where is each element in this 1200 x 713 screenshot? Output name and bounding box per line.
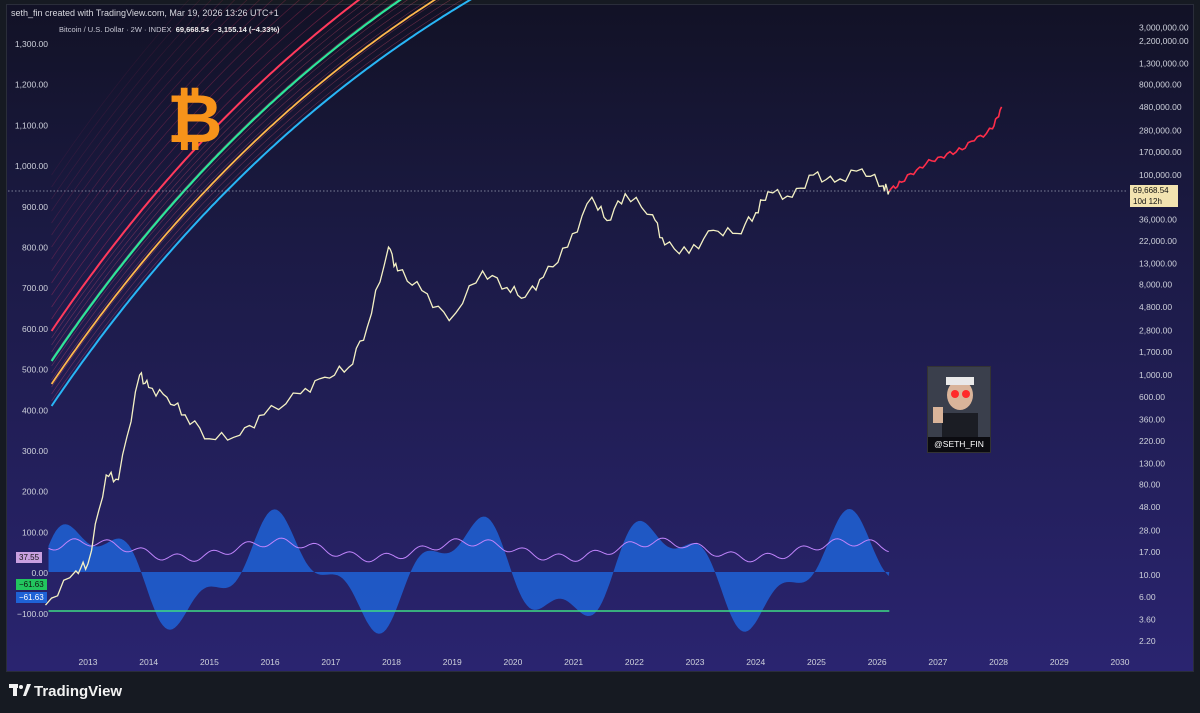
oscillator-panel bbox=[48, 509, 890, 634]
left-axis-tick: 500.00 bbox=[22, 365, 48, 375]
right-axis-tick: 100,000.00 bbox=[1139, 170, 1182, 180]
left-axis-tick: 700.00 bbox=[22, 283, 48, 293]
x-axis-tick: 2017 bbox=[321, 657, 340, 667]
band-line bbox=[51, 0, 408, 367]
brand-name: TradingView bbox=[34, 683, 123, 700]
left-axis-tick: 0.00 bbox=[31, 568, 48, 578]
x-axis-tick: 2016 bbox=[261, 657, 280, 667]
bitcoin-logo-icon: ₿ bbox=[167, 81, 222, 157]
left-axis-tick: −100.00 bbox=[17, 609, 48, 619]
avatar-image-icon bbox=[928, 367, 990, 437]
price-chart-svg[interactable]: 3,000,000.00 2,200,000.00 1,300,000.00 800,… bbox=[0, 0, 1200, 713]
left-axis-tick: 100.00 bbox=[22, 527, 48, 537]
band-line bbox=[51, 0, 388, 353]
x-axis-tick: 2019 bbox=[443, 657, 462, 667]
band-line bbox=[51, 0, 440, 388]
left-axis-tick: 1,100.00 bbox=[15, 120, 48, 130]
left-axis-tick: 900.00 bbox=[22, 202, 48, 212]
band-orange bbox=[50, 0, 437, 385]
right-axis-tick: 6.00 bbox=[1139, 592, 1156, 602]
right-axis-tick: 280,000.00 bbox=[1139, 125, 1182, 135]
footer-bar: TradingView bbox=[0, 672, 1200, 713]
x-axis-tick: 2022 bbox=[625, 657, 644, 667]
right-axis-tick: 600.00 bbox=[1139, 392, 1165, 402]
right-axis-tick: 28.00 bbox=[1139, 525, 1161, 535]
band-line bbox=[51, 0, 378, 346]
x-axis-tick: 2029 bbox=[1050, 657, 1069, 667]
right-axis-tick: 8,000.00 bbox=[1139, 280, 1172, 290]
right-axis-tick: 1,300,000.00 bbox=[1139, 59, 1189, 69]
oscillator-line-tag: −61.63 bbox=[16, 592, 47, 603]
left-axis-tick: 1,000.00 bbox=[15, 161, 48, 171]
right-axis-tick: 220.00 bbox=[1139, 436, 1165, 446]
right-axis-tick: 3,000,000.00 bbox=[1139, 22, 1189, 32]
right-axis-tick: 170,000.00 bbox=[1139, 147, 1182, 157]
x-axis-tick: 2027 bbox=[928, 657, 947, 667]
left-axis-tick: 800.00 bbox=[22, 243, 48, 253]
left-axis-tick: 1,300.00 bbox=[15, 39, 48, 49]
left-axis-tick: 1,200.00 bbox=[15, 80, 48, 90]
projection-line bbox=[888, 106, 1003, 192]
band-line bbox=[51, 0, 398, 360]
x-axis-tick: 2020 bbox=[503, 657, 522, 667]
x-axis-tick: 2026 bbox=[868, 657, 887, 667]
band-line bbox=[51, 0, 429, 381]
right-axis-tick: 1,000.00 bbox=[1139, 370, 1172, 380]
avatar: @SETH_FIN bbox=[927, 366, 991, 453]
right-axis-tick: 360.00 bbox=[1139, 414, 1165, 424]
oscillator-signal-tag: −61.63 bbox=[16, 579, 47, 590]
x-axis-tick: 2028 bbox=[989, 657, 1008, 667]
right-axis-tick: 2,800.00 bbox=[1139, 325, 1172, 335]
x-axis-tick: 2030 bbox=[1111, 657, 1130, 667]
x-axis-tick: 2025 bbox=[807, 657, 826, 667]
right-axis-tick: 2.20 bbox=[1139, 636, 1156, 646]
right-axis-tick: 2,200,000.00 bbox=[1139, 36, 1189, 46]
oscillator-fill bbox=[48, 509, 890, 634]
x-axis-tick: 2014 bbox=[139, 657, 158, 667]
right-axis-tick: 17.00 bbox=[1139, 547, 1161, 557]
right-axis-tick: 80.00 bbox=[1139, 480, 1161, 490]
right-axis-tick: 13,000.00 bbox=[1139, 259, 1177, 269]
fan-line bbox=[51, 0, 360, 332]
left-axis-tick: 200.00 bbox=[22, 487, 48, 497]
right-axis-tick: 3.60 bbox=[1139, 614, 1156, 624]
x-axis-tick: 2015 bbox=[200, 657, 219, 667]
right-axis-tick: 1,700.00 bbox=[1139, 347, 1172, 357]
price-tag-value: 69,668.54 bbox=[1133, 186, 1169, 195]
x-axis-tick: 2021 bbox=[564, 657, 583, 667]
band-mid bbox=[50, 0, 402, 362]
right-axis-tick: 4,800.00 bbox=[1139, 302, 1172, 312]
right-axis-tick: 36,000.00 bbox=[1139, 214, 1177, 224]
right-axis-tick: 22,000.00 bbox=[1139, 236, 1177, 246]
tradingview-logo-icon bbox=[9, 684, 31, 696]
right-axis-tick: 480,000.00 bbox=[1139, 102, 1182, 112]
price-tag-countdown: 10d 12h bbox=[1133, 197, 1162, 206]
left-axis-tick: 400.00 bbox=[22, 405, 48, 415]
band-line bbox=[51, 0, 419, 374]
left-axis-tick: 600.00 bbox=[22, 324, 48, 334]
x-axis-tick: 2018 bbox=[382, 657, 401, 667]
last-price-tag: 69,668.54 10d 12h bbox=[1130, 185, 1178, 207]
rainbow-bands bbox=[50, 0, 472, 407]
oscillator-value-tag: 37.55 bbox=[16, 552, 43, 563]
right-axis-tick: 800,000.00 bbox=[1139, 80, 1182, 90]
x-axis-tick: 2024 bbox=[746, 657, 765, 667]
right-axis-tick: 10.00 bbox=[1139, 570, 1161, 580]
left-axis-tick: 300.00 bbox=[22, 446, 48, 456]
x-axis-tick: 2023 bbox=[686, 657, 705, 667]
band-upper bbox=[50, 0, 361, 332]
x-axis-tick: 2013 bbox=[79, 657, 98, 667]
avatar-handle: @SETH_FIN bbox=[934, 439, 984, 449]
right-axis-tick: 48.00 bbox=[1139, 502, 1161, 512]
right-axis-tick: 130.00 bbox=[1139, 459, 1165, 469]
